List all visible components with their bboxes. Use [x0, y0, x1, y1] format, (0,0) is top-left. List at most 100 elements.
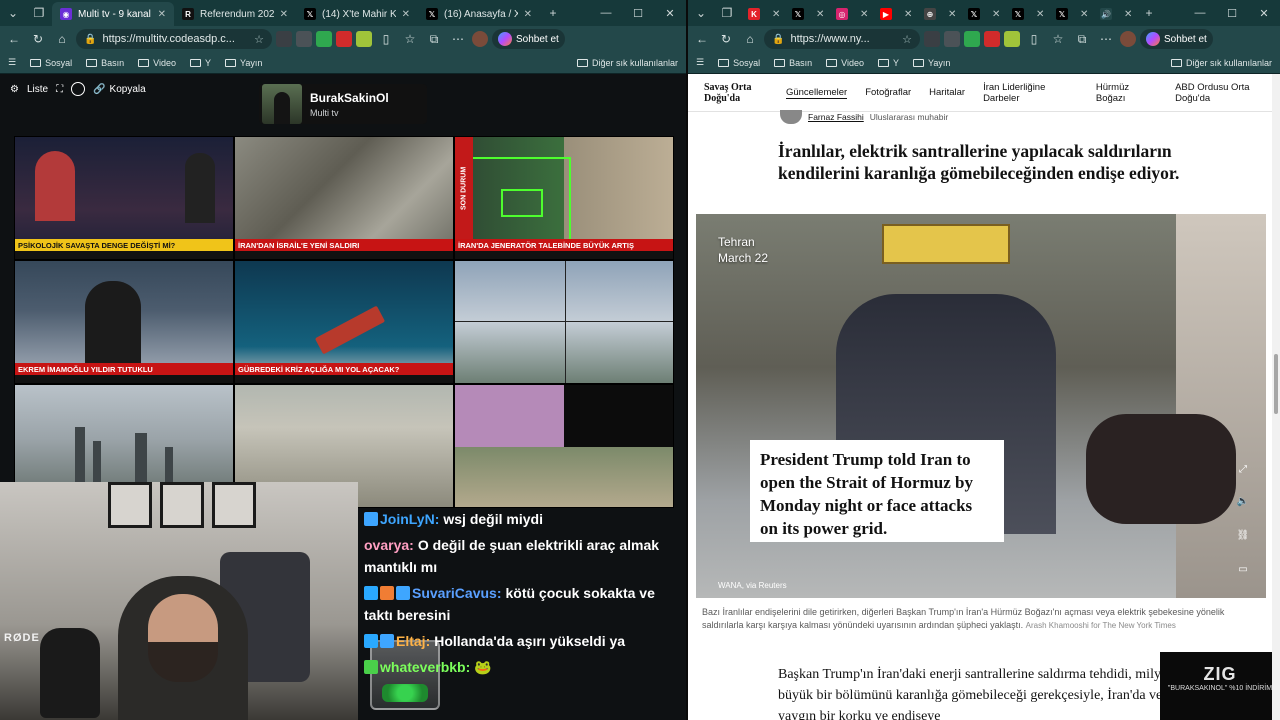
- extension-icon[interactable]: [944, 31, 960, 47]
- extension-icon[interactable]: [1004, 31, 1020, 47]
- favorite-folder[interactable]: Basın: [774, 58, 812, 68]
- browser-tab[interactable]: 𝕏(7) X✕: [960, 2, 1004, 26]
- reset-button[interactable]: [71, 82, 86, 96]
- chat-username[interactable]: Eltaj:: [396, 633, 430, 649]
- favorite-folder[interactable]: Yayın: [912, 58, 950, 68]
- favorites-icon[interactable]: ☆: [1048, 29, 1068, 49]
- browser-tab[interactable]: ◎(9) Ins✕: [828, 2, 872, 26]
- tab-close-icon[interactable]: ✕: [992, 9, 1000, 20]
- browser-tab[interactable]: 𝕏 (16) Anasayfa / X ✕: [418, 2, 540, 26]
- browser-tab[interactable]: 𝕏(9) Bu✕: [1004, 2, 1048, 26]
- favorite-folder[interactable]: Y: [877, 58, 899, 68]
- share-link-icon[interactable]: ⛓: [1234, 526, 1252, 544]
- workspaces-icon[interactable]: ❐: [26, 0, 52, 26]
- copy-button[interactable]: 🔗 Kopyala: [93, 84, 146, 95]
- favorite-star-icon[interactable]: ☆: [254, 33, 264, 46]
- fullscreen-button[interactable]: ⛶: [56, 84, 63, 95]
- tab-close-icon[interactable]: ✕: [816, 9, 824, 20]
- nav-item-photos[interactable]: Fotoğraflar: [865, 87, 911, 98]
- list-button[interactable]: Liste: [27, 84, 48, 95]
- tab-close-icon[interactable]: ✕: [524, 9, 532, 20]
- refresh-icon[interactable]: ↻: [716, 29, 736, 49]
- close-icon[interactable]: ✕: [1248, 7, 1280, 20]
- new-tab-button[interactable]: +: [540, 0, 566, 26]
- favorite-folder[interactable]: Video: [138, 58, 176, 68]
- scrollbar[interactable]: [1272, 74, 1280, 720]
- collections-icon[interactable]: ⧉: [1072, 29, 1092, 49]
- extension-icon[interactable]: [964, 31, 980, 47]
- favorite-folder[interactable]: Y: [189, 58, 211, 68]
- other-favorites[interactable]: Diğer sık kullanılanlar: [1170, 58, 1272, 68]
- tab-close-icon[interactable]: ✕: [1036, 9, 1044, 20]
- tab-close-icon[interactable]: ✕: [402, 9, 410, 20]
- browser-tab[interactable]: ◉ Multi tv - 9 kanal izleniş ✕: [52, 2, 174, 26]
- more-icon[interactable]: ⋯: [448, 29, 468, 49]
- chat-username[interactable]: JoinLyN:: [380, 511, 439, 527]
- browser-tab[interactable]: ▶Şanlı✕: [872, 2, 916, 26]
- browser-tab[interactable]: KKickPr✕: [740, 2, 784, 26]
- other-favorites[interactable]: Diğer sık kullanılanlar: [576, 58, 678, 68]
- favorites-icon[interactable]: ☆: [400, 29, 420, 49]
- nav-item-leadership[interactable]: İran Liderliğine Darbeler: [983, 82, 1078, 104]
- tab-actions-icon[interactable]: ⌄: [688, 0, 714, 26]
- tv-cell[interactable]: [454, 384, 674, 508]
- more-icon[interactable]: ⋯: [1096, 29, 1116, 49]
- browser-tab[interactable]: 𝕏 (14) X'te Mahir KILIÇ: "G ✕: [296, 2, 418, 26]
- tab-actions-icon[interactable]: ⌄: [0, 0, 26, 26]
- tab-close-icon[interactable]: ✕: [948, 9, 956, 20]
- browser-tab[interactable]: 𝕏X'te T✕: [1048, 2, 1092, 26]
- channel-card[interactable]: BurakSakinOl Multi tv: [259, 84, 427, 124]
- close-icon[interactable]: ✕: [654, 7, 686, 20]
- tab-close-icon[interactable]: ✕: [158, 9, 166, 20]
- tab-close-icon[interactable]: ✕: [280, 9, 288, 20]
- section-title[interactable]: Savaş Orta Doğu'da: [704, 82, 762, 104]
- settings-button[interactable]: ⚙: [10, 84, 19, 95]
- captions-icon[interactable]: ▭: [1234, 560, 1252, 578]
- minimize-icon[interactable]: —: [1184, 7, 1216, 20]
- favorites-bar-menu-icon[interactable]: ☰: [8, 57, 16, 68]
- chat-username[interactable]: SuvariCavus:: [412, 585, 501, 601]
- favorite-folder[interactable]: Basın: [86, 58, 124, 68]
- browser-tab[interactable]: 𝕏(11) A✕: [784, 2, 828, 26]
- nav-item-us-military[interactable]: ABD Ordusu Orta Doğu'da: [1175, 82, 1280, 104]
- nav-item-maps[interactable]: Haritalar: [929, 87, 965, 98]
- tv-cell[interactable]: PSİKOLOJİK SAVAŞTA DENGE DEĞİŞTİ Mİ?: [14, 136, 234, 260]
- tab-close-icon[interactable]: ✕: [860, 9, 868, 20]
- workspaces-icon[interactable]: ❐: [714, 0, 740, 26]
- back-icon[interactable]: ←: [692, 29, 712, 49]
- browser-tab[interactable]: 🔊İr✕: [1092, 2, 1136, 26]
- browser-tab[interactable]: ⊕İran A✕: [916, 2, 960, 26]
- favorite-folder[interactable]: Sosyal: [718, 58, 760, 68]
- extension-icon[interactable]: [316, 31, 332, 47]
- tv-cell[interactable]: İRAN'DAN İSRAİL'E YENİ SALDIRI: [234, 136, 454, 260]
- chat-username[interactable]: whateverbkb:: [380, 659, 470, 675]
- chat-username[interactable]: ovarya:: [364, 537, 414, 553]
- nav-item-updates[interactable]: Güncellemeler: [785, 87, 848, 99]
- extension-icon[interactable]: [296, 31, 312, 47]
- minimize-icon[interactable]: —: [590, 7, 622, 20]
- favorite-folder[interactable]: Video: [826, 58, 864, 68]
- tab-close-icon[interactable]: ✕: [1080, 9, 1088, 20]
- address-bar[interactable]: 🔒 https://multitv.codeasdp.c... ☆: [76, 29, 272, 49]
- maximize-icon[interactable]: ☐: [622, 7, 654, 20]
- profile-avatar[interactable]: [1120, 31, 1136, 47]
- home-icon[interactable]: ⌂: [740, 29, 760, 49]
- tv-cell[interactable]: [454, 260, 674, 384]
- extension-icon[interactable]: [984, 31, 1000, 47]
- copilot-button[interactable]: Sohbet et: [1140, 29, 1213, 49]
- favorite-folder[interactable]: Sosyal: [30, 58, 72, 68]
- tab-close-icon[interactable]: ✕: [904, 9, 912, 20]
- new-tab-button[interactable]: +: [1136, 0, 1162, 26]
- address-bar[interactable]: 🔒 https://www.ny... ☆: [764, 29, 920, 49]
- favorite-folder[interactable]: Yayın: [224, 58, 262, 68]
- tv-cell[interactable]: SON DURUM İRAN'DA JENERATÖR TALEBİNDE BÜ…: [454, 136, 674, 260]
- split-screen-icon[interactable]: ▯: [376, 29, 396, 49]
- profile-avatar[interactable]: [472, 31, 488, 47]
- refresh-icon[interactable]: ↻: [28, 29, 48, 49]
- video-player[interactable]: Tehran March 22 President Trump told Ira…: [696, 214, 1266, 598]
- browser-tab[interactable]: R Referendum 2026, oggi ✕: [174, 2, 296, 26]
- tab-close-icon[interactable]: ✕: [1124, 9, 1132, 20]
- favorite-star-icon[interactable]: ☆: [902, 33, 912, 46]
- favorites-bar-menu-icon[interactable]: ☰: [696, 57, 704, 68]
- copilot-button[interactable]: Sohbet et: [492, 29, 565, 49]
